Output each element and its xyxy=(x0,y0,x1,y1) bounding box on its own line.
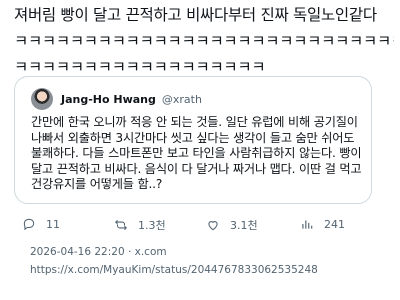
quoted-author-handle[interactable]: @xrath xyxy=(162,93,202,106)
quoted-author-name[interactable]: Jang-Ho Hwang xyxy=(61,93,156,106)
quoted-tweet-header: Jang-Ho Hwang @xrath xyxy=(31,87,202,111)
avatar[interactable] xyxy=(31,88,53,110)
tweet-line-1: 져버림 빵이 달고 끈적하고 비싸다부터 진짜 독일노인같다 xyxy=(14,6,377,24)
repost-button[interactable]: 1.3천 xyxy=(114,217,166,233)
tweet-actions-bar: 11 1.3천 3.1천 241 xyxy=(16,217,376,237)
tweet-text: 져버림 빵이 달고 끈적하고 비싸다부터 진짜 독일노인같다 ㅋㅋㅋㅋㅋㅋㅋㅋㅋ… xyxy=(14,2,394,80)
reply-count: 11 xyxy=(46,217,60,231)
quoted-tweet-card[interactable]: Jang-Ho Hwang @xrath 간만에 한국 오니까 적응 안 되는 … xyxy=(14,76,372,204)
tweet-timestamp: 2026-04-16 22:20 · x.com xyxy=(30,246,167,258)
like-count: 3.1천 xyxy=(230,219,258,232)
views-button[interactable]: 241 xyxy=(300,217,345,231)
views-count: 241 xyxy=(324,217,345,231)
quoted-tweet-text: 간만에 한국 오니까 적응 안 되는 것들. 일단 유럽에 비해 공기질이 나빠… xyxy=(31,115,362,192)
views-icon xyxy=(302,220,313,229)
repost-count: 1.3천 xyxy=(138,219,166,232)
like-icon xyxy=(208,221,218,231)
tweet-url[interactable]: https://x.com/MyauKim/status/20447678330… xyxy=(30,264,318,276)
repost-icon xyxy=(115,219,127,231)
like-button[interactable]: 3.1천 xyxy=(206,217,258,233)
reply-icon xyxy=(23,218,35,231)
reply-button[interactable]: 11 xyxy=(22,217,60,231)
tweet-line-2: ㅋㅋㅋㅋㅋㅋㅋㅋㅋㅋㅋㅋㅋㅋㅋㅋㅋㅋㅋㅋㅋㅋㅋㅋㅋㅋㅋㅋ xyxy=(14,32,394,50)
